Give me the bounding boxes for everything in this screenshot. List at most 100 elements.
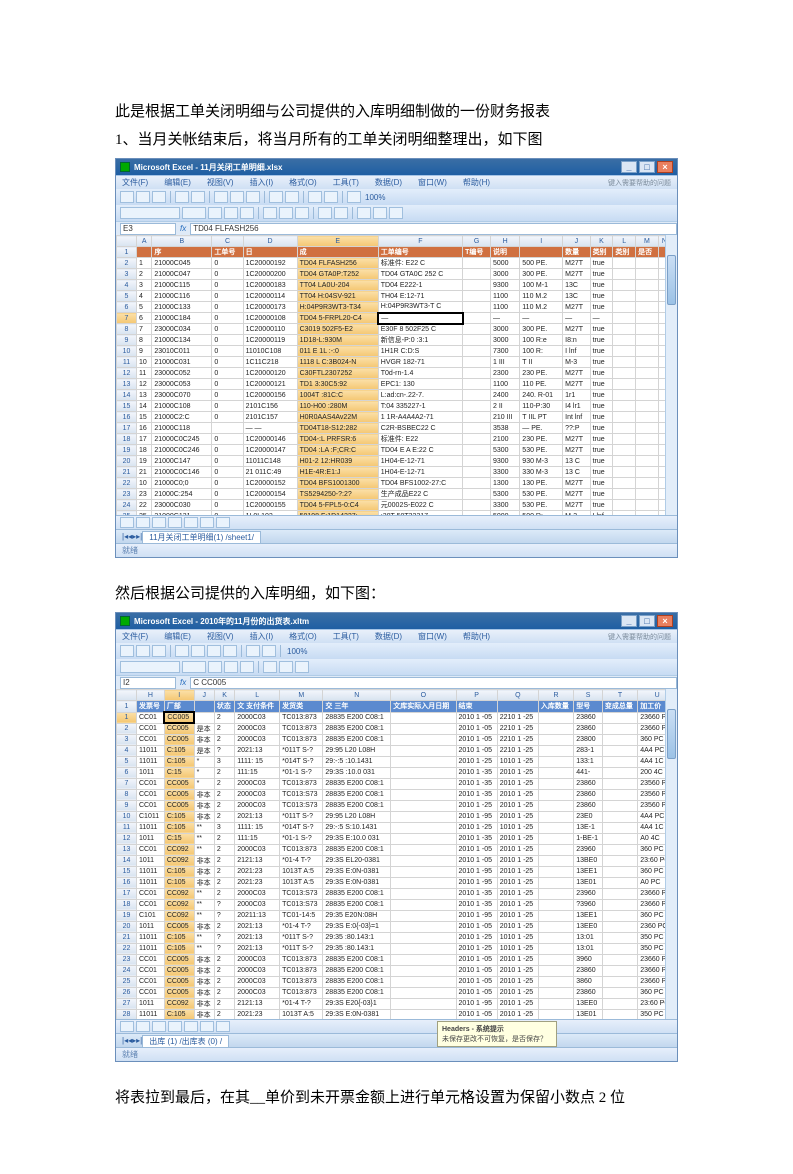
grid-cell[interactable]: 1C20000155 (243, 500, 297, 511)
grid-cell[interactable]: 非本 (194, 811, 214, 822)
grid-cell[interactable]: 1C20000119 (243, 335, 297, 346)
grid-cell[interactable]: 28835 E200 C08:1 (323, 712, 391, 723)
grid-cell[interactable]: 2010 1 -05 (456, 976, 497, 987)
grid-cell[interactable]: 28835 E200 C08:1 (323, 789, 391, 800)
column-header[interactable]: P (456, 690, 497, 701)
grid-cell[interactable]: 11011 (137, 756, 165, 767)
grid-cell[interactable]: * (194, 767, 214, 778)
grid-cell[interactable]: 6 (137, 313, 152, 324)
grid-cell[interactable]: ** (194, 943, 214, 954)
grid-cell[interactable]: C:105 (164, 932, 194, 943)
menu-window[interactable]: 窗口(W) (418, 631, 447, 642)
grid-cell[interactable]: true (590, 390, 613, 401)
grid-cell[interactable]: — (590, 313, 613, 324)
grid-cell[interactable]: 非本 (194, 921, 214, 932)
column-header[interactable]: H (137, 690, 165, 701)
grid-cell[interactable]: 23800 (574, 734, 603, 745)
grid-cell[interactable]: 2121:13 (235, 855, 280, 866)
grid-cell[interactable]: 111:15 (235, 767, 280, 778)
row-header[interactable]: 7 (117, 778, 137, 789)
grid-cell[interactable]: CC01 (137, 954, 165, 965)
grid-cell[interactable]: 2010 1 -95 (456, 877, 497, 888)
grid-cell[interactable] (602, 822, 637, 833)
grid-cell[interactable]: 1010 1 -25 (497, 756, 538, 767)
grid-cell[interactable]: 23010C011 (152, 346, 212, 357)
grid-cell[interactable]: 2021:13 (235, 943, 280, 954)
column-header[interactable]: G (463, 236, 491, 247)
column-header[interactable]: R (538, 690, 573, 701)
grid-cell[interactable]: 2010 1 -25 (497, 877, 538, 888)
close-button[interactable]: × (657, 161, 673, 173)
grid-cell[interactable]: 2 (214, 888, 234, 899)
grid-cell[interactable]: C:15 (164, 833, 194, 844)
grid-cell[interactable] (602, 866, 637, 877)
grid-cell[interactable]: TC013:873 (280, 778, 323, 789)
grid-cell[interactable] (463, 335, 491, 346)
grid-cell[interactable]: 2 (214, 723, 234, 734)
row-header[interactable]: 15 (117, 401, 137, 412)
grid-cell[interactable]: true (590, 489, 613, 500)
grid-cell[interactable] (602, 877, 637, 888)
data-header-cell[interactable]: 类别 (613, 247, 636, 258)
grid-cell[interactable]: I lnf (563, 346, 590, 357)
grid-cell[interactable]: 2000C03 (235, 965, 280, 976)
autoshapes-icon[interactable] (136, 1021, 150, 1032)
grid-cell[interactable]: *011T S-? (280, 932, 323, 943)
grid-cell[interactable] (613, 280, 636, 291)
grid-cell[interactable]: 2021:23 (235, 866, 280, 877)
grid-cell[interactable] (463, 269, 491, 280)
grid-cell[interactable]: 530 PE. (520, 489, 563, 500)
grid-cell[interactable] (391, 866, 456, 877)
grid-cell[interactable]: 0 (212, 302, 243, 313)
grid-cell[interactable]: CC01 (137, 778, 165, 789)
row-header[interactable]: 25 (117, 976, 137, 987)
grid-cell[interactable]: CC005 (164, 976, 194, 987)
grid-cell[interactable]: 1r1 (563, 390, 590, 401)
grid-cell[interactable] (391, 998, 456, 1009)
grid-cell[interactable] (538, 1009, 573, 1019)
column-header[interactable]: I (520, 236, 563, 247)
sheet-tab-active[interactable]: 出库 (1) /出库表 (0) / (142, 1035, 229, 1047)
grid-cell[interactable]: C:105 (164, 811, 194, 822)
grid-cell[interactable]: 21000C134 (152, 335, 212, 346)
grid-cell[interactable]: * (194, 756, 214, 767)
grid-cell[interactable]: 9300 (490, 456, 519, 467)
grid-cell[interactable]: 2010 1 -25 (497, 899, 538, 910)
grid-cell[interactable]: 2010 1 -25 (456, 943, 497, 954)
grid-cell[interactable]: 23860 (574, 723, 603, 734)
print-icon[interactable] (175, 191, 189, 203)
grid-cell[interactable] (613, 445, 636, 456)
menu-help[interactable]: 帮助(H) (463, 631, 490, 642)
row-header[interactable]: 17 (117, 423, 137, 434)
paste-icon[interactable] (246, 191, 260, 203)
grid-cell[interactable]: 14 (137, 401, 152, 412)
grid-cell[interactable]: 28835 E200 C08:1 (323, 987, 391, 998)
grid-cell[interactable]: T IIL PT (520, 412, 563, 423)
grid-cell[interactable]: 1 III (490, 357, 519, 368)
grid-cell[interactable]: true (590, 291, 613, 302)
grid-cell[interactable]: 12 (137, 379, 152, 390)
grid-cell[interactable]: ** (194, 899, 214, 910)
menu-tools[interactable]: 工具(T) (333, 631, 359, 642)
font-box[interactable] (120, 207, 180, 219)
grid-cell[interactable]: 1C20000108 (243, 313, 297, 324)
grid-cell[interactable] (463, 379, 491, 390)
grid-cell[interactable] (538, 723, 573, 734)
menu-view[interactable]: 视图(V) (207, 631, 234, 642)
menu-format[interactable]: 格式(O) (289, 177, 317, 188)
grid-cell[interactable] (602, 756, 637, 767)
data-header-cell[interactable]: 工单号 (212, 247, 243, 258)
grid-cell[interactable]: ** (194, 822, 214, 833)
grid-cell[interactable]: CC01 (137, 789, 165, 800)
grid-cell[interactable]: 3 (214, 756, 234, 767)
row-header[interactable]: 5 (117, 291, 137, 302)
grid-cell[interactable]: 2010 1 -05 (456, 855, 497, 866)
grid-cell[interactable]: 非本 (194, 734, 214, 745)
data-header-cell[interactable]: 发货类 (280, 701, 323, 713)
grid-cell[interactable] (463, 412, 491, 423)
grid-cell[interactable]: 11011C148 (243, 456, 297, 467)
grid-cell[interactable] (463, 291, 491, 302)
grid-cell[interactable]: *011T S-? (280, 811, 323, 822)
grid-cell[interactable] (391, 932, 456, 943)
grid-cell[interactable]: M27T (563, 368, 590, 379)
